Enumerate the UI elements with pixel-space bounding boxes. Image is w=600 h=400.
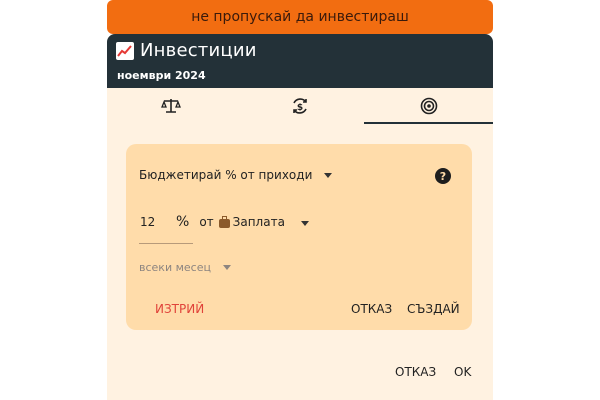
source-label: Заплата — [232, 215, 285, 229]
dialog-ok-button[interactable]: OK — [454, 365, 471, 379]
tab-target[interactable] — [364, 88, 493, 124]
header-title-row: Инвестиции — [116, 40, 257, 61]
dialog-header: Инвестиции ноември 2024 — [107, 34, 493, 88]
frequency-label: всеки месец — [139, 261, 211, 274]
tab-balance[interactable] — [107, 88, 236, 124]
create-button[interactable]: СЪЗДАЙ — [407, 302, 460, 316]
frequency-dropdown[interactable]: всеки месец — [139, 261, 231, 274]
percent-input[interactable]: 12 — [140, 215, 176, 229]
briefcase-icon — [218, 215, 230, 228]
help-icon[interactable]: ? — [435, 168, 451, 184]
chevron-down-icon — [222, 265, 231, 270]
budget-card: Бюджетирай % от приходи ? 12 % от Заплат… — [126, 144, 472, 330]
svg-text:$: $ — [297, 103, 303, 113]
percent-label: % — [176, 214, 190, 230]
investments-dialog: Инвестиции ноември 2024 $ Бюджетирай % о… — [107, 34, 493, 400]
selected-tab-indicator — [364, 122, 493, 124]
chevron-down-icon — [300, 221, 309, 226]
input-underline — [139, 243, 193, 244]
delete-button[interactable]: ИЗТРИЙ — [155, 302, 204, 316]
notification-banner[interactable]: не пропускай да инвестираш — [107, 0, 493, 34]
amount-row: 12 % от Заплата — [140, 214, 309, 230]
budget-type-label: Бюджетирай % от приходи — [139, 168, 313, 182]
budget-type-dropdown[interactable]: Бюджетирай % от приходи — [139, 168, 333, 182]
from-label: от — [199, 215, 214, 229]
scale-icon — [161, 99, 182, 113]
currency-exchange-icon: $ — [293, 98, 307, 114]
target-icon — [420, 97, 437, 115]
month-label: ноември 2024 — [117, 69, 206, 82]
banner-text: не пропускай да инвестираш — [191, 9, 409, 25]
tab-exchange[interactable]: $ — [236, 88, 365, 124]
chevron-down-icon — [324, 172, 333, 178]
tab-bar: $ — [107, 88, 493, 124]
source-dropdown[interactable]: Заплата — [233, 215, 309, 229]
dialog-cancel-button[interactable]: ОТКАЗ — [395, 365, 436, 379]
page-title: Инвестиции — [140, 40, 257, 61]
card-cancel-button[interactable]: ОТКАЗ — [351, 302, 392, 316]
chart-up-icon — [116, 41, 134, 60]
